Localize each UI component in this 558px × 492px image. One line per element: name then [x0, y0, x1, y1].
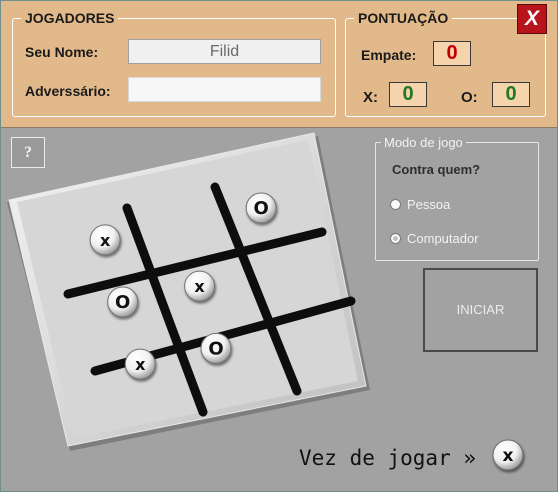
turn-piece-mark: x: [503, 446, 514, 466]
name-label: Seu Nome:: [25, 44, 99, 60]
radio-person-circle[interactable]: [390, 198, 401, 210]
score-group: PONTUAÇÃO Empate: 0 X: 0 O: 0: [345, 10, 546, 117]
header-panel: JOGADORES Seu Nome: Filid Adverssário: P…: [0, 0, 558, 128]
radio-person-label: Pessoa: [407, 196, 451, 212]
board-cell-0-0[interactable]: x: [89, 224, 121, 256]
game-window: JOGADORES Seu Nome: Filid Adverssário: P…: [0, 0, 558, 492]
draw-label: Empate:: [361, 47, 417, 63]
players-group: JOGADORES Seu Nome: Filid Adverssário:: [12, 10, 336, 117]
radio-computer-circle[interactable]: [390, 232, 401, 244]
opponent-field[interactable]: [128, 77, 321, 102]
game-mode-group: Modo de jogo Contra quem? Pessoa Computa…: [375, 135, 539, 261]
board-cell-0-2[interactable]: O: [245, 192, 277, 224]
opponent-question: Contra quem?: [392, 162, 481, 177]
name-field[interactable]: Filid: [128, 39, 321, 64]
score-title: PONTUAÇÃO: [354, 10, 453, 26]
o-score-count: 0: [492, 82, 530, 107]
radio-computer-label: Computador: [407, 230, 479, 246]
x-score-label: X:: [363, 89, 378, 106]
o-mark: O: [254, 198, 269, 219]
turn-label: Vez de jogar »: [299, 446, 477, 470]
opponent-label: Adverssário:: [25, 83, 111, 99]
board-cell-1-0[interactable]: O: [107, 286, 139, 318]
close-button[interactable]: X: [517, 4, 547, 34]
x-mark: x: [100, 231, 111, 250]
x-mark: x: [135, 355, 146, 374]
o-mark: O: [115, 292, 130, 313]
board-cell-2-0[interactable]: x: [124, 348, 156, 380]
radio-computer[interactable]: Computador: [390, 230, 479, 246]
o-score-label: O:: [461, 89, 478, 106]
radio-person[interactable]: Pessoa: [390, 196, 450, 212]
x-score-count: 0: [389, 82, 427, 107]
current-turn-piece: x: [492, 439, 524, 471]
players-title: JOGADORES: [21, 10, 119, 26]
start-button[interactable]: INICIAR: [423, 268, 538, 352]
x-mark: x: [194, 277, 205, 296]
draw-count: 0: [433, 41, 471, 66]
board-cell-2-1[interactable]: O: [200, 332, 232, 364]
game-board: x O Ox x O: [7, 132, 370, 451]
board-cell-1-1[interactable]: x: [184, 270, 216, 302]
o-mark: O: [208, 338, 223, 359]
game-mode-title: Modo de jogo: [381, 135, 466, 150]
